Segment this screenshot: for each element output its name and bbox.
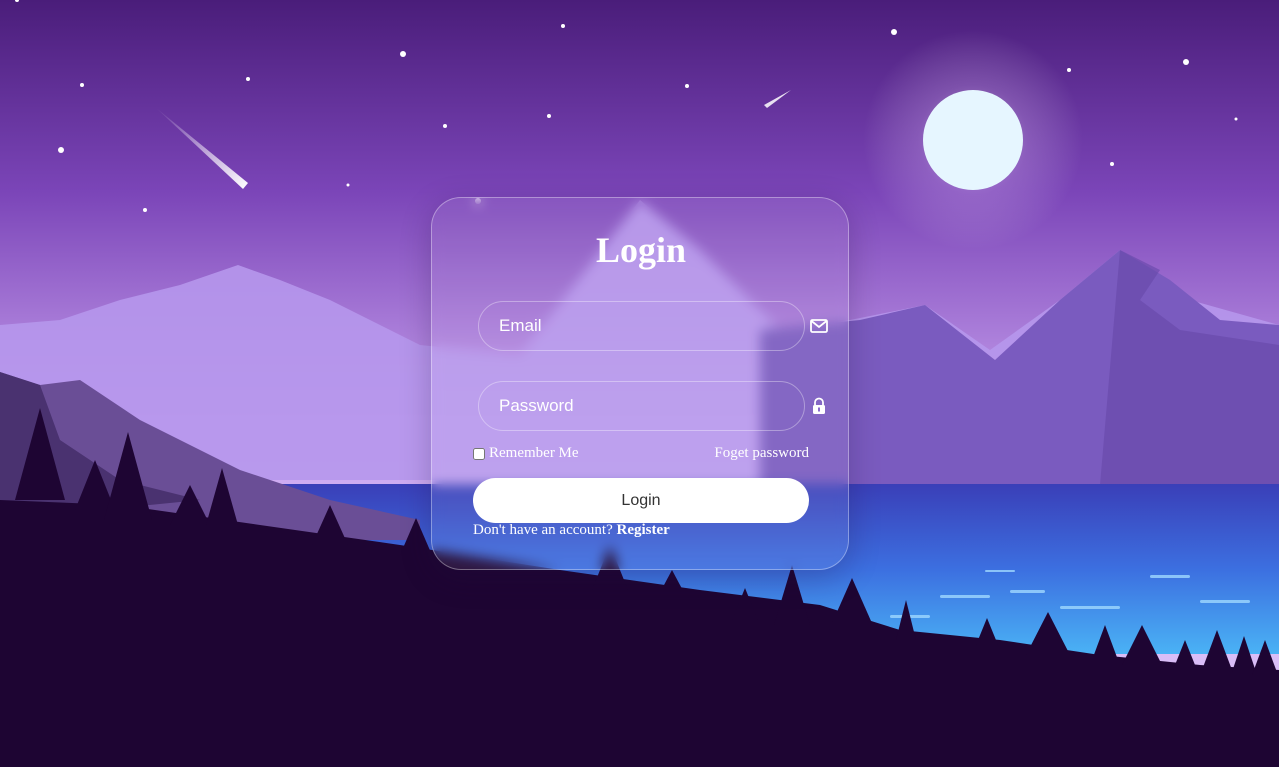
remember-checkbox[interactable] — [473, 447, 485, 460]
login-title: Login — [595, 230, 687, 270]
register-link[interactable]: Register — [616, 522, 669, 538]
remember-label: Remember Me — [489, 445, 579, 461]
email-input[interactable] — [478, 301, 805, 351]
password-field-group — [478, 381, 850, 431]
moon — [923, 90, 1023, 190]
forgot-password-link[interactable]: Foget password — [714, 445, 809, 462]
email-field-group — [478, 301, 850, 351]
lock-icon — [813, 397, 825, 414]
register-prompt-text: Don't have an account? — [473, 522, 613, 538]
login-card: Login Remember Me Foget password Login D… — [431, 197, 849, 570]
remember-me[interactable]: Remember Me — [473, 445, 579, 462]
mail-icon — [810, 319, 828, 333]
login-button[interactable]: Login — [473, 478, 809, 523]
register-prompt: Don't have an account? Register — [473, 522, 670, 539]
password-input[interactable] — [478, 381, 805, 431]
options-row: Remember Me Foget password — [473, 445, 809, 465]
